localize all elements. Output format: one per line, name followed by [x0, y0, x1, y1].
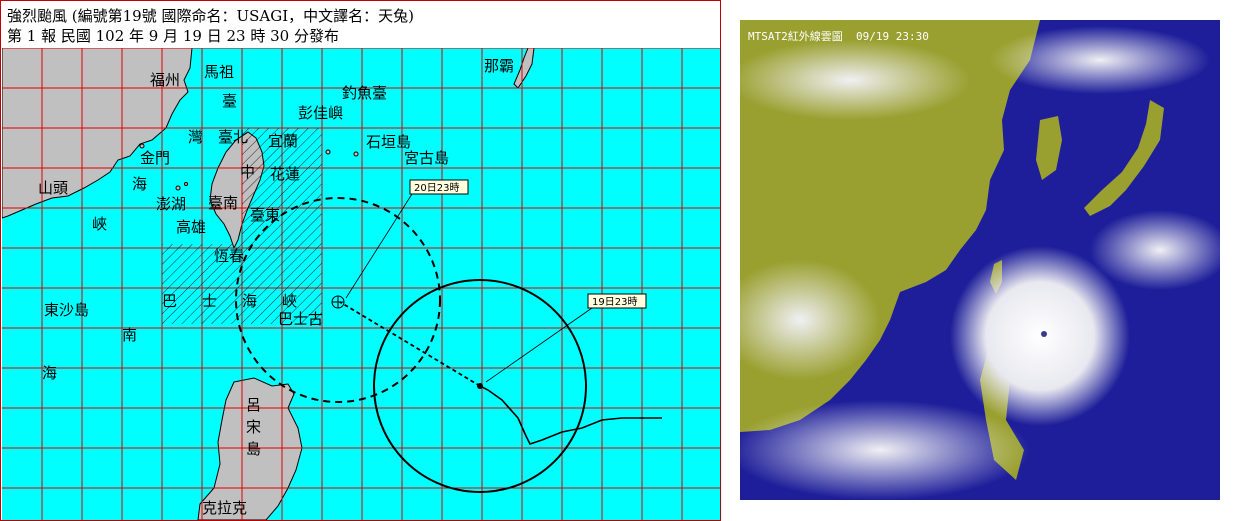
label-zhong: 中: [240, 163, 255, 181]
cloud-band-north: [740, 40, 970, 120]
label-shi: 士: [202, 292, 217, 310]
label-ba: 巴: [162, 292, 177, 310]
label-jinmen: 金門: [140, 149, 170, 167]
label-hualian: 花蓮: [270, 165, 300, 183]
label-naba: 那霸: [484, 57, 514, 75]
label-shantou: 山頭: [38, 179, 68, 197]
cloud-band-northeast: [990, 26, 1210, 94]
label-luzon-song: 宋: [246, 418, 261, 436]
label-yilan: 宜蘭: [268, 132, 298, 150]
typhoon-usagi-cloud: [950, 246, 1130, 426]
satellite-caption: MTSAT2紅外線雲圖 09/19 23:30: [748, 30, 929, 43]
label-wan: 灣: [188, 128, 203, 146]
label-nan: 南: [122, 326, 137, 344]
label-luzon-dao: 島: [246, 440, 261, 458]
label-tainan: 臺南: [208, 194, 238, 212]
label-diaoyutai: 釣魚臺: [342, 84, 387, 102]
label-kelake: 克拉克: [202, 499, 247, 517]
label-mazu: 馬祖: [204, 63, 234, 81]
cloud-band-south: [740, 400, 1030, 500]
bulletin-title: 強烈颱風 (編號第19號 國際命名：USAGI，中文譯名：天兔): [7, 7, 414, 25]
label-tai: 臺: [222, 92, 237, 110]
forecast-time-tag: 20日23時: [414, 182, 459, 194]
label-miyako: 宮古島: [404, 149, 449, 167]
track-map: 20日23時 19日23時 福州 馬祖 臺 灣 臺北 宜蘭 釣魚臺 彭佳嶼 那霸…: [2, 48, 720, 520]
satellite-cloud-image: MTSAT2紅外線雲圖 09/19 23:30: [740, 20, 1220, 500]
label-hai2: 海: [242, 292, 257, 310]
label-pengjiayu: 彭佳嶼: [298, 104, 343, 122]
label-fuzhou: 福州: [150, 71, 180, 89]
satellite-image-svg: [740, 20, 1220, 500]
label-taibei: 臺北: [218, 128, 248, 146]
label-xia2: 峽: [282, 292, 297, 310]
label-hai1: 海: [132, 175, 147, 193]
typhoon-track-map-panel: 強烈颱風 (編號第19號 國際命名：USAGI，中文譯名：天兔) 第 1 報 民…: [0, 0, 721, 521]
label-penghu: 澎湖: [156, 195, 186, 213]
label-dongsha: 東沙島: [44, 301, 89, 319]
label-hai3: 海: [42, 364, 57, 382]
label-taidong: 臺東: [250, 206, 280, 224]
label-xia: 峽: [92, 215, 107, 233]
current-time-tag: 19日23時: [592, 296, 637, 308]
label-batanes: 巴士古: [278, 310, 323, 328]
label-luzon-lv: 呂: [246, 396, 261, 414]
forecast-position-symbol: [331, 295, 345, 309]
typhoon-eye: [1041, 331, 1047, 337]
bulletin-header: 強烈颱風 (編號第19號 國際命名：USAGI，中文譯名：天兔) 第 1 報 民…: [1, 1, 720, 47]
bulletin-issue-time: 第 1 報 民國 102 年 9 月 19 日 23 時 30 分發布: [7, 27, 339, 45]
current-position-marker: [477, 383, 483, 389]
label-gaoxiong: 高雄: [176, 218, 206, 236]
label-hengchun: 恆春: [214, 247, 244, 265]
